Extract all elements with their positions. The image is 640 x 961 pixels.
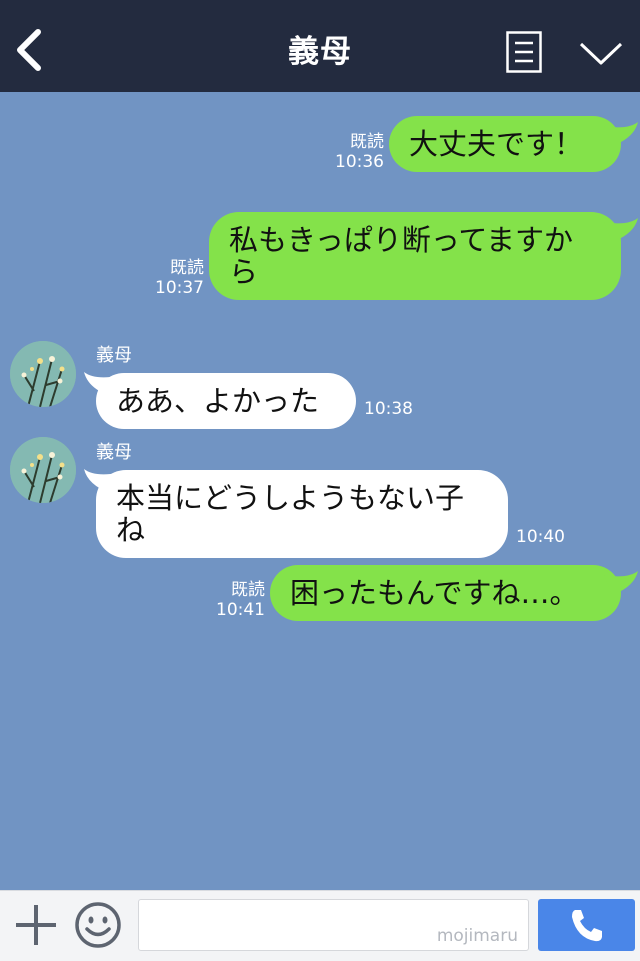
smile-icon[interactable] bbox=[74, 901, 122, 949]
call-button[interactable] bbox=[538, 899, 635, 951]
message-bubble-sent[interactable]: 大丈夫です！ bbox=[389, 116, 621, 172]
bubble-tail bbox=[604, 122, 638, 146]
message-time: 10:40 bbox=[516, 527, 565, 547]
message-bubble-received[interactable]: 本当にどうしようもない子 ね bbox=[96, 470, 508, 558]
message-input[interactable]: mojimaru bbox=[138, 899, 529, 951]
message-bubble-received[interactable]: ああ、よかった bbox=[96, 373, 356, 429]
chat-area[interactable]: 既読 10:36 大丈夫です！ 既読 10:37 私もきっぱり断ってますか ら … bbox=[0, 92, 640, 890]
menu-icon[interactable] bbox=[506, 31, 542, 73]
read-receipt: 既読 bbox=[231, 580, 265, 600]
message-meta: 既読 10:37 bbox=[150, 258, 204, 298]
phone-icon bbox=[572, 910, 602, 942]
message-meta: 既読 10:41 bbox=[212, 580, 265, 620]
chevron-down-icon[interactable] bbox=[578, 40, 624, 68]
message-text-line: ら bbox=[229, 255, 259, 289]
message-bubble-sent[interactable]: 私もきっぱり断ってますか ら bbox=[209, 212, 621, 300]
watermark: mojimaru bbox=[436, 926, 518, 946]
message-text-line: ね bbox=[116, 513, 146, 547]
read-receipt: 既読 bbox=[350, 132, 384, 152]
sender-name: 義母 bbox=[96, 345, 132, 366]
message-time: 10:38 bbox=[364, 399, 413, 419]
message-time: 10:41 bbox=[216, 600, 265, 620]
plus-icon[interactable] bbox=[14, 903, 58, 947]
message-text: 困ったもんですね…。 bbox=[290, 576, 579, 610]
message-time: 10:37 bbox=[155, 278, 204, 298]
input-bar: mojimaru bbox=[0, 890, 640, 961]
message-text: ああ、よかった bbox=[116, 384, 320, 418]
message-text-line: 本当にどうしようもない子 bbox=[116, 481, 465, 515]
read-receipt: 既読 bbox=[170, 258, 204, 278]
bubble-tail bbox=[604, 571, 638, 595]
chat-header: 義母 bbox=[0, 0, 640, 92]
message-text: 大丈夫です！ bbox=[409, 127, 584, 161]
bubble-tail bbox=[604, 218, 638, 242]
message-bubble-sent[interactable]: 困ったもんですね…。 bbox=[270, 565, 621, 621]
avatar[interactable] bbox=[10, 341, 76, 407]
avatar[interactable] bbox=[10, 437, 76, 503]
message-meta: 既読 10:36 bbox=[332, 132, 384, 172]
message-time: 10:36 bbox=[335, 152, 384, 172]
sender-name: 義母 bbox=[96, 442, 132, 463]
chat-title: 義母 bbox=[288, 34, 352, 70]
message-text-line: 私もきっぱり断ってますか bbox=[229, 223, 573, 257]
